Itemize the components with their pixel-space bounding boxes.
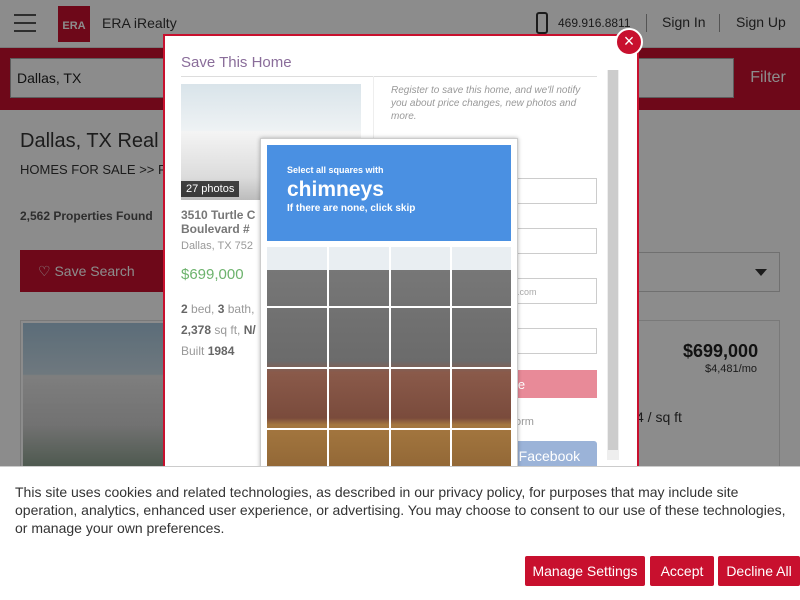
decline-all-button[interactable]: Decline All [718, 556, 800, 586]
captcha-challenge: Select all squares with chimneys If ther… [260, 138, 518, 475]
captcha-keyword: chimneys [287, 178, 384, 201]
first-name-field[interactable] [505, 178, 597, 204]
beds-value: 2 [181, 302, 188, 316]
captcha-header: Select all squares with chimneys If ther… [267, 145, 511, 241]
built-year: 1984 [207, 344, 235, 358]
cookie-banner: This site uses cookies and related techn… [0, 466, 800, 600]
captcha-hint: If there are none, click skip [287, 203, 416, 214]
modal-scrollbar[interactable] [607, 70, 619, 460]
home-specs: 2 bed, 3 bath, 2,378 sq ft, N/ Built 198… [181, 302, 256, 358]
baths-value: 3 [217, 302, 225, 316]
close-icon[interactable]: × [615, 28, 643, 56]
manage-settings-button[interactable]: Manage Settings [525, 556, 645, 586]
cookie-text: This site uses cookies and related techn… [15, 484, 786, 536]
modal-title: Save This Home [181, 54, 292, 71]
register-text: Register to save this home, and we'll no… [391, 85, 581, 122]
divider [181, 76, 597, 77]
signup-button[interactable]: me [505, 370, 597, 398]
email-field[interactable]: ail.com [505, 278, 597, 304]
password-field[interactable] [505, 328, 597, 354]
photo-count-badge: 27 photos [181, 181, 240, 197]
sqft-value: 2,378 [181, 323, 212, 337]
captcha-image-grid[interactable] [267, 247, 511, 475]
home-price: $699,000 [181, 266, 244, 283]
accept-button[interactable]: Accept [650, 556, 714, 586]
captcha-instruction: Select all squares with [287, 165, 384, 175]
last-name-field[interactable] [505, 228, 597, 254]
home-city: Dallas, TX 752 [181, 240, 253, 252]
